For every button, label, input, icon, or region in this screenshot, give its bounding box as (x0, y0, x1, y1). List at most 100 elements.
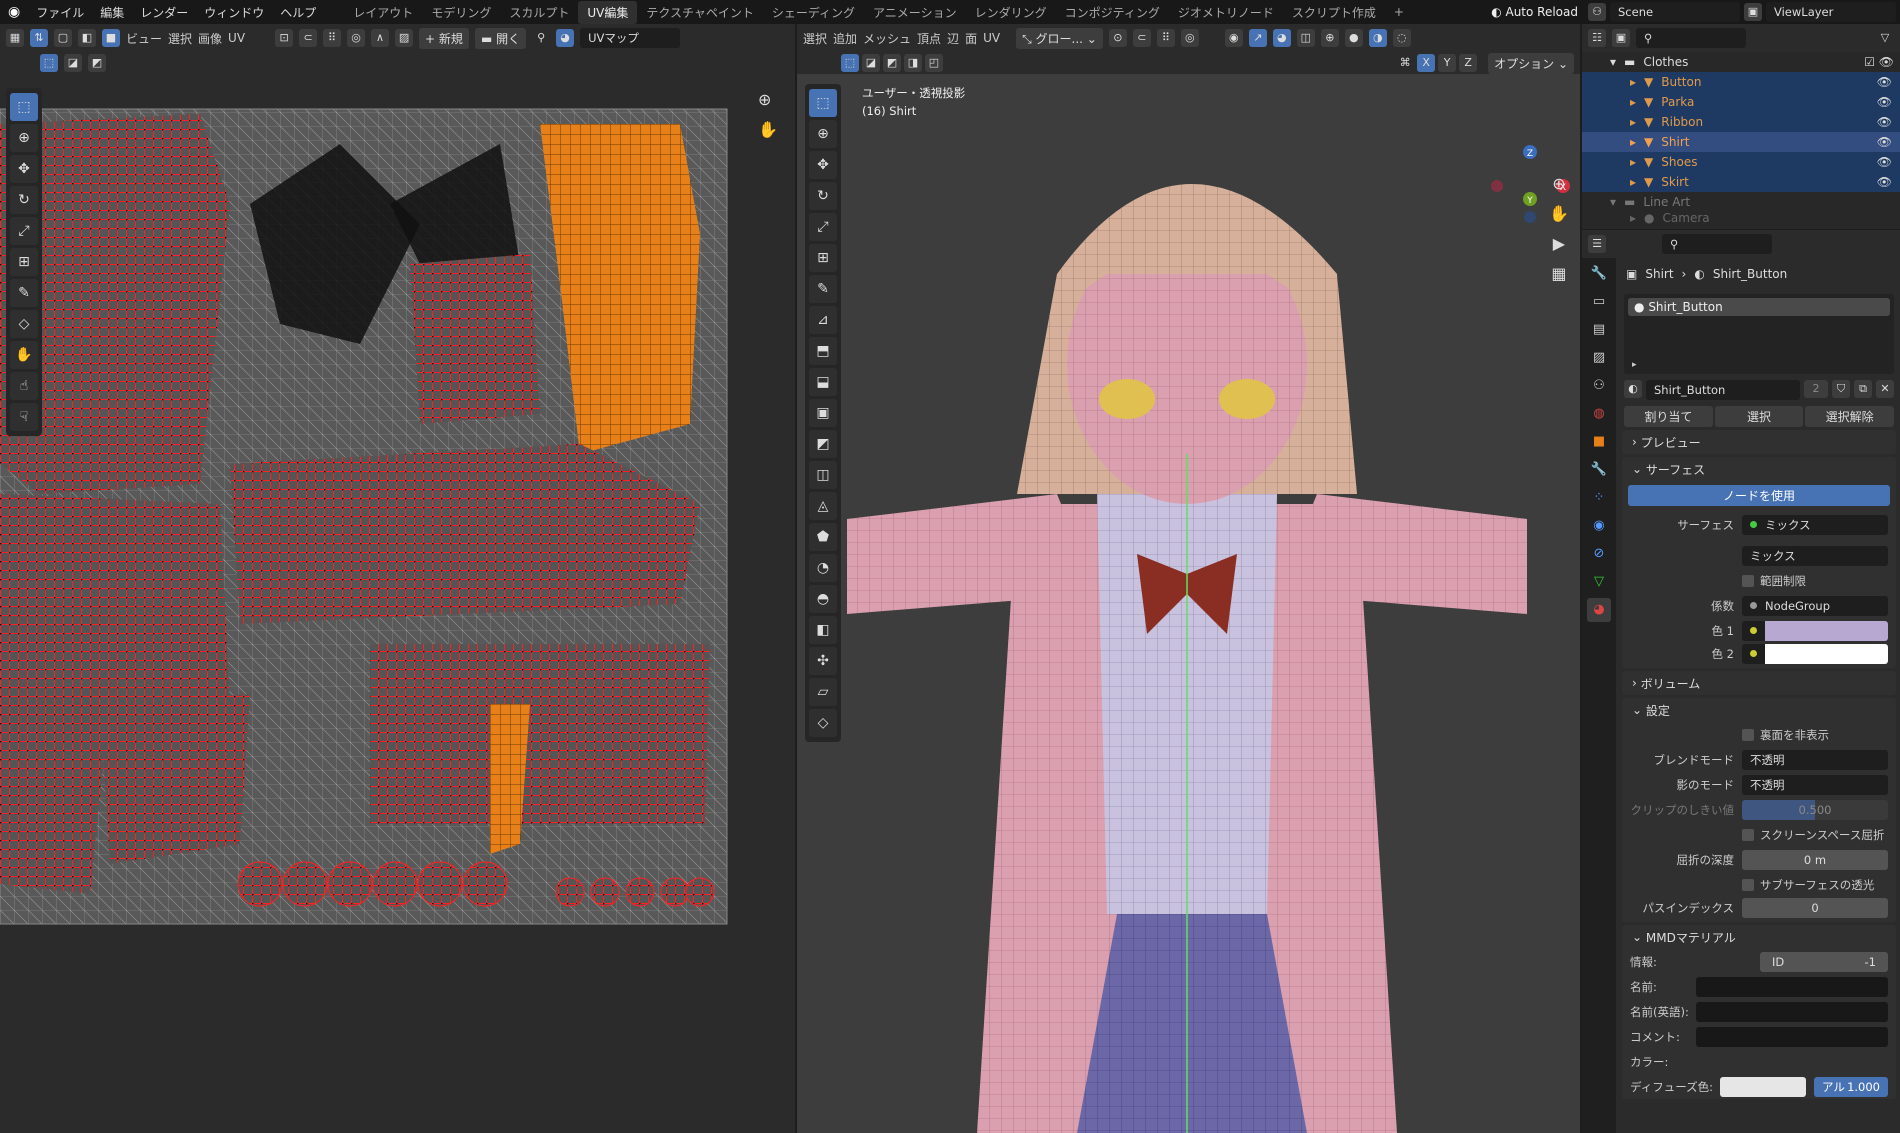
blender-logo-icon[interactable]: ◉ (0, 4, 28, 20)
material-tab-icon[interactable]: ◕ (1587, 598, 1611, 622)
outliner-item-parka[interactable]: ▸ ▼ Parka 👁 (1582, 92, 1900, 112)
material-slot[interactable]: ● Shirt_Button (1628, 298, 1890, 316)
eye-icon[interactable]: 👁 (1877, 155, 1892, 169)
settings-panel-header[interactable]: ⌄ 設定 (1622, 698, 1896, 722)
editor-type-icon[interactable]: ▦ (6, 29, 24, 47)
mirror-z-button[interactable]: Z (1459, 54, 1478, 72)
vp-menu-vertex[interactable]: 頂点 (917, 30, 941, 47)
vp-menu-select[interactable]: 選択 (803, 30, 827, 47)
editor-type-icon[interactable]: ☰ (1588, 235, 1606, 253)
rotate-tool-icon[interactable]: ↻ (809, 182, 837, 210)
snap-target-icon[interactable]: ⠿ (1156, 29, 1175, 47)
material-name-field[interactable]: Shirt_Button (1646, 380, 1800, 400)
surface-shader-field[interactable]: ミックス (1742, 514, 1888, 535)
pivot-icon[interactable]: ⊙ (1108, 29, 1127, 47)
eye-icon[interactable]: 👁 (1877, 135, 1892, 149)
collection-visibility-icons[interactable]: ☑ 👁 (1864, 55, 1894, 69)
tab-uv-editing[interactable]: UV編集 (578, 0, 638, 24)
orientation-dropdown[interactable]: ⤡ グロー... ⌄ (1016, 27, 1103, 49)
pinch-tool-icon[interactable]: ☟ (10, 403, 38, 431)
uv-menu-uv[interactable]: UV (228, 31, 245, 45)
render-tab-icon[interactable]: ▭ (1587, 290, 1611, 314)
auto-reload-button[interactable]: ◐ Auto Reload (1491, 5, 1578, 19)
collection-row[interactable]: ▾ ▬ Clothes ☑ 👁 (1582, 52, 1900, 72)
scale-tool-icon[interactable]: ⤢ (10, 217, 38, 245)
loop-cut-tool-icon[interactable]: ◫ (809, 461, 837, 489)
eye-icon[interactable]: 👁 (1877, 75, 1892, 89)
bevel-tool-icon[interactable]: ◩ (809, 430, 837, 458)
view-layer-field[interactable]: ViewLayer (1766, 2, 1896, 22)
outliner-item-camera[interactable]: ▸ ● Camera (1582, 212, 1900, 224)
camera-view-icon[interactable]: ▶ (1549, 229, 1569, 259)
measure-tool-icon[interactable]: ⊿ (809, 306, 837, 334)
view-layer-icon[interactable]: ▣ (1744, 3, 1762, 21)
constraints-tab-icon[interactable]: ⊘ (1587, 542, 1611, 566)
vp-menu-add[interactable]: 追加 (833, 30, 857, 47)
tab-layout[interactable]: レイアウト (344, 1, 422, 24)
color2-field[interactable] (1742, 643, 1888, 664)
tool-tab-icon[interactable]: 🔧 (1587, 262, 1611, 286)
data-tab-icon[interactable]: ▽ (1587, 570, 1611, 594)
eye-icon[interactable]: 👁 (1877, 115, 1892, 129)
tab-sculpt[interactable]: スカルプト (500, 1, 578, 24)
snap-icon[interactable]: ⊂ (299, 29, 318, 47)
solid-shading-icon[interactable]: ● (1344, 29, 1363, 47)
select-new-icon[interactable]: ⬚ (40, 54, 58, 72)
cursor-tool-icon[interactable]: ⊕ (809, 120, 837, 148)
overlay-icon[interactable]: ◕ (556, 29, 575, 47)
output-tab-icon[interactable]: ▤ (1587, 318, 1611, 342)
uv-canvas[interactable] (0, 84, 795, 1133)
pass-index-field[interactable]: 0 (1742, 897, 1888, 918)
cursor-tool-icon[interactable]: ⊕ (10, 124, 38, 152)
color1-field[interactable] (1742, 620, 1888, 641)
overlay-icon[interactable]: ◕ (1272, 29, 1291, 47)
shrink-fatten-tool-icon[interactable]: ✣ (809, 647, 837, 675)
select-box-tool-icon[interactable]: ⬚ (809, 89, 837, 117)
open-image-button[interactable]: ▬ 開く (474, 27, 527, 49)
options-dropdown[interactable]: オプション ⌄ (1488, 52, 1574, 74)
vp-menu-edge[interactable]: 辺 (947, 30, 959, 47)
uv-map-field[interactable]: UVマップ (580, 28, 681, 48)
color1-swatch[interactable] (1765, 620, 1888, 641)
image-browse-icon[interactable]: ▨ (395, 29, 414, 47)
clip-threshold-slider[interactable]: 0.500 (1742, 799, 1888, 820)
outliner-search[interactable]: ⚲ (1636, 28, 1746, 48)
outliner-item-skirt[interactable]: ▸ ▼ Skirt 👁 (1582, 172, 1900, 192)
menu-help[interactable]: ヘルプ (272, 4, 324, 21)
add-cube-tool-icon[interactable]: ⬒ (809, 337, 837, 365)
name-field[interactable] (1696, 976, 1888, 997)
alpha-field[interactable]: アル 1.000 (1814, 1076, 1888, 1097)
assign-button[interactable]: 割り当て (1624, 406, 1713, 427)
select-box-tool-icon[interactable]: ⬚ (10, 93, 38, 121)
perspective-grid-icon[interactable]: ▦ (1549, 259, 1569, 289)
ssr-checkbox[interactable]: スクリーンスペース屈折 (1742, 827, 1888, 843)
shadow-mode-dropdown[interactable]: 不透明 (1742, 774, 1888, 795)
view-layer-icon[interactable]: ▣ (1612, 29, 1630, 47)
inset-tool-icon[interactable]: ▣ (809, 399, 837, 427)
annotate-tool-icon[interactable]: ✎ (809, 275, 837, 303)
tab-scripting[interactable]: スクリプト作成 (1283, 1, 1385, 24)
move-tool-icon[interactable]: ✥ (809, 151, 837, 179)
object-tab-icon[interactable]: ■ (1587, 430, 1611, 454)
rip-tool-icon[interactable]: ◇ (809, 709, 837, 737)
menu-file[interactable]: ファイル (28, 4, 92, 21)
uv-menu-view[interactable]: ビュー (126, 30, 162, 47)
pivot-icon[interactable]: ⊡ (275, 29, 294, 47)
mirror-y-button[interactable]: Y (1438, 54, 1457, 72)
scene-icon[interactable]: ⚇ (1588, 3, 1606, 21)
tab-animation[interactable]: アニメーション (864, 1, 966, 24)
unlink-icon[interactable]: ✕ (1876, 380, 1894, 398)
collection-row[interactable]: ▾ ▬ Line Art (1582, 192, 1900, 212)
uv-menu-image[interactable]: 画像 (198, 30, 222, 47)
outliner-item-button[interactable]: ▸ ▼ Button 👁 (1582, 72, 1900, 92)
preview-panel[interactable]: › プレビュー (1622, 430, 1896, 454)
sss-checkbox[interactable]: サブサーフェスの透光 (1742, 877, 1888, 893)
scene-tab-icon[interactable]: ⚇ (1587, 374, 1611, 398)
viewport-canvas[interactable]: Z X Y (797, 74, 1580, 1133)
tab-shading[interactable]: シェーディング (763, 1, 864, 24)
world-tab-icon[interactable]: ◍ (1587, 402, 1611, 426)
outliner-item-shoes[interactable]: ▸ ▼ Shoes 👁 (1582, 152, 1900, 172)
properties-search[interactable]: ⚲ (1662, 234, 1772, 254)
select-extend-icon[interactable]: ◪ (64, 54, 82, 72)
expand-icon[interactable]: ▸ (1632, 360, 1637, 370)
